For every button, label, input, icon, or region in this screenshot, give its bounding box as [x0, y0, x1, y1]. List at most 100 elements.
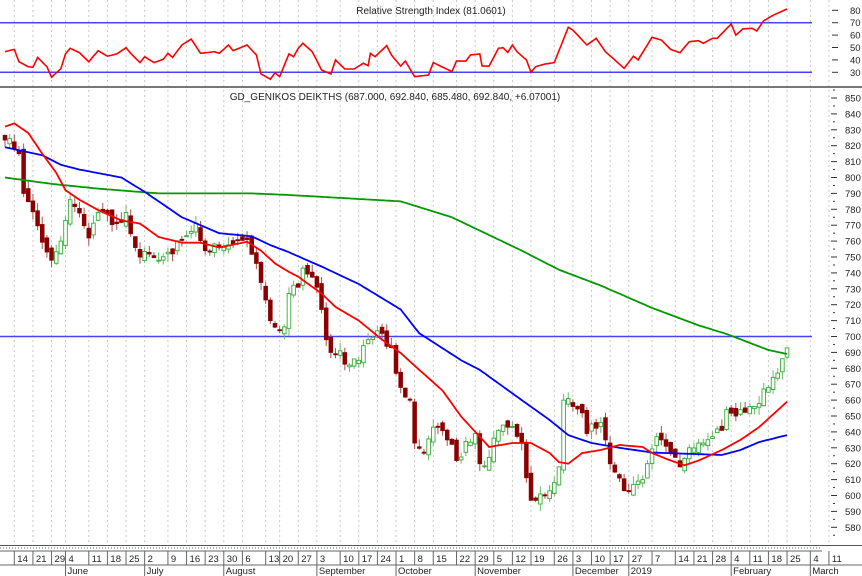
price-tick-label: 690 — [845, 348, 861, 359]
candle-up — [53, 251, 59, 264]
date-tick-label: 4 — [734, 554, 739, 565]
candle-down — [440, 422, 445, 432]
candle-up — [123, 212, 129, 227]
candle-up — [286, 293, 292, 329]
candle-down — [272, 323, 278, 328]
candle-down — [12, 141, 17, 150]
candle-up — [710, 436, 715, 439]
month-label: March — [812, 566, 838, 576]
candle-down — [44, 237, 50, 253]
candle-up — [561, 399, 566, 471]
price-tick-label: 630 — [845, 443, 861, 454]
date-tick-label: 30 — [227, 554, 238, 565]
candle-down — [72, 203, 78, 207]
candle-down — [309, 271, 315, 278]
date-tick-label: 17 — [362, 554, 373, 565]
candle-down — [2, 134, 8, 141]
candle-down — [21, 148, 26, 194]
price-tick-label: 780 — [845, 205, 861, 216]
price-title: GD_GENIKOS DEIKTHS (687.000, 692.840, 68… — [230, 92, 561, 103]
candle-up — [165, 251, 171, 255]
candle-down — [277, 329, 282, 332]
date-tick-label: 21 — [697, 554, 708, 565]
candle-down — [444, 429, 450, 441]
rsi-tick-label: 30 — [850, 68, 861, 79]
candle-down — [35, 210, 40, 227]
candle-down — [49, 247, 54, 261]
month-label: December — [575, 566, 619, 576]
rsi-tick-label: 50 — [850, 43, 861, 54]
candle-up — [365, 339, 371, 345]
candle-down — [319, 283, 324, 310]
date-tick-label: 20 — [283, 554, 294, 565]
candle-down — [305, 265, 310, 275]
candle-down — [603, 417, 608, 441]
candle-up — [291, 284, 296, 296]
date-tick-label: 27 — [632, 554, 643, 565]
candle-up — [510, 425, 515, 428]
candle-up — [426, 438, 431, 456]
candle-up — [598, 421, 604, 428]
candle-down — [617, 474, 622, 479]
candle-up — [738, 409, 743, 415]
rsi-tick-label: 60 — [850, 31, 861, 42]
candle-up — [347, 364, 352, 368]
candle-down — [314, 276, 320, 288]
date-tick-label: 28 — [716, 554, 727, 565]
candle-down — [216, 244, 222, 247]
candle-up — [496, 429, 501, 442]
candle-down — [230, 240, 236, 245]
candle-down — [235, 239, 240, 242]
rsi-title: Relative Strength Index (81.0601) — [356, 6, 506, 17]
price-tick-label: 650 — [845, 412, 861, 423]
candle-down — [81, 213, 87, 227]
candle-up — [156, 259, 161, 262]
candle-up — [752, 406, 757, 410]
candle-down — [333, 353, 338, 356]
date-tick-label: 8 — [418, 554, 423, 565]
month-label: February — [733, 566, 771, 576]
price-tick-label: 830 — [845, 125, 861, 136]
candle-down — [575, 405, 580, 410]
candle-up — [361, 345, 366, 364]
candle-down — [519, 432, 524, 444]
candle-up — [784, 347, 790, 358]
date-tick-label: 19 — [534, 554, 545, 565]
candle-up — [356, 359, 362, 365]
month-label: November — [477, 566, 521, 576]
price-tick-label: 850 — [845, 94, 861, 105]
candle-down — [202, 240, 208, 252]
candle-down — [454, 439, 459, 461]
candle-down — [728, 407, 734, 414]
rsi-tick-label: 80 — [850, 6, 861, 17]
candle-down — [514, 423, 520, 437]
stock-chart: Relative Strength Index (81.0601) GD_GENI… — [0, 0, 862, 576]
candle-down — [742, 407, 748, 413]
candle-down — [133, 236, 138, 248]
candle-up — [552, 482, 557, 494]
candle-up — [780, 358, 785, 373]
candle-up — [775, 372, 780, 379]
candle-up — [337, 350, 343, 356]
candle-down — [342, 352, 348, 365]
candle-up — [747, 406, 753, 415]
candle-down — [659, 432, 664, 441]
price-tick-label: 770 — [845, 221, 861, 232]
candle-down — [626, 490, 632, 493]
rsi-line — [4, 8, 788, 81]
candle-up — [770, 376, 776, 391]
candle-up — [589, 423, 594, 432]
candle-up — [691, 447, 697, 453]
candle-down — [244, 237, 250, 240]
candle-down — [449, 438, 455, 445]
candle-down — [528, 472, 534, 501]
date-tick-label: 16 — [190, 554, 201, 565]
candle-up — [556, 466, 562, 486]
date-tick-label: 23 — [208, 554, 219, 565]
date-tick-label: 1 — [399, 554, 404, 565]
candle-down — [733, 407, 739, 417]
candle-up — [566, 397, 571, 405]
price-tick-label: 740 — [845, 268, 861, 279]
month-label: September — [319, 566, 365, 576]
candle-down — [137, 248, 143, 258]
